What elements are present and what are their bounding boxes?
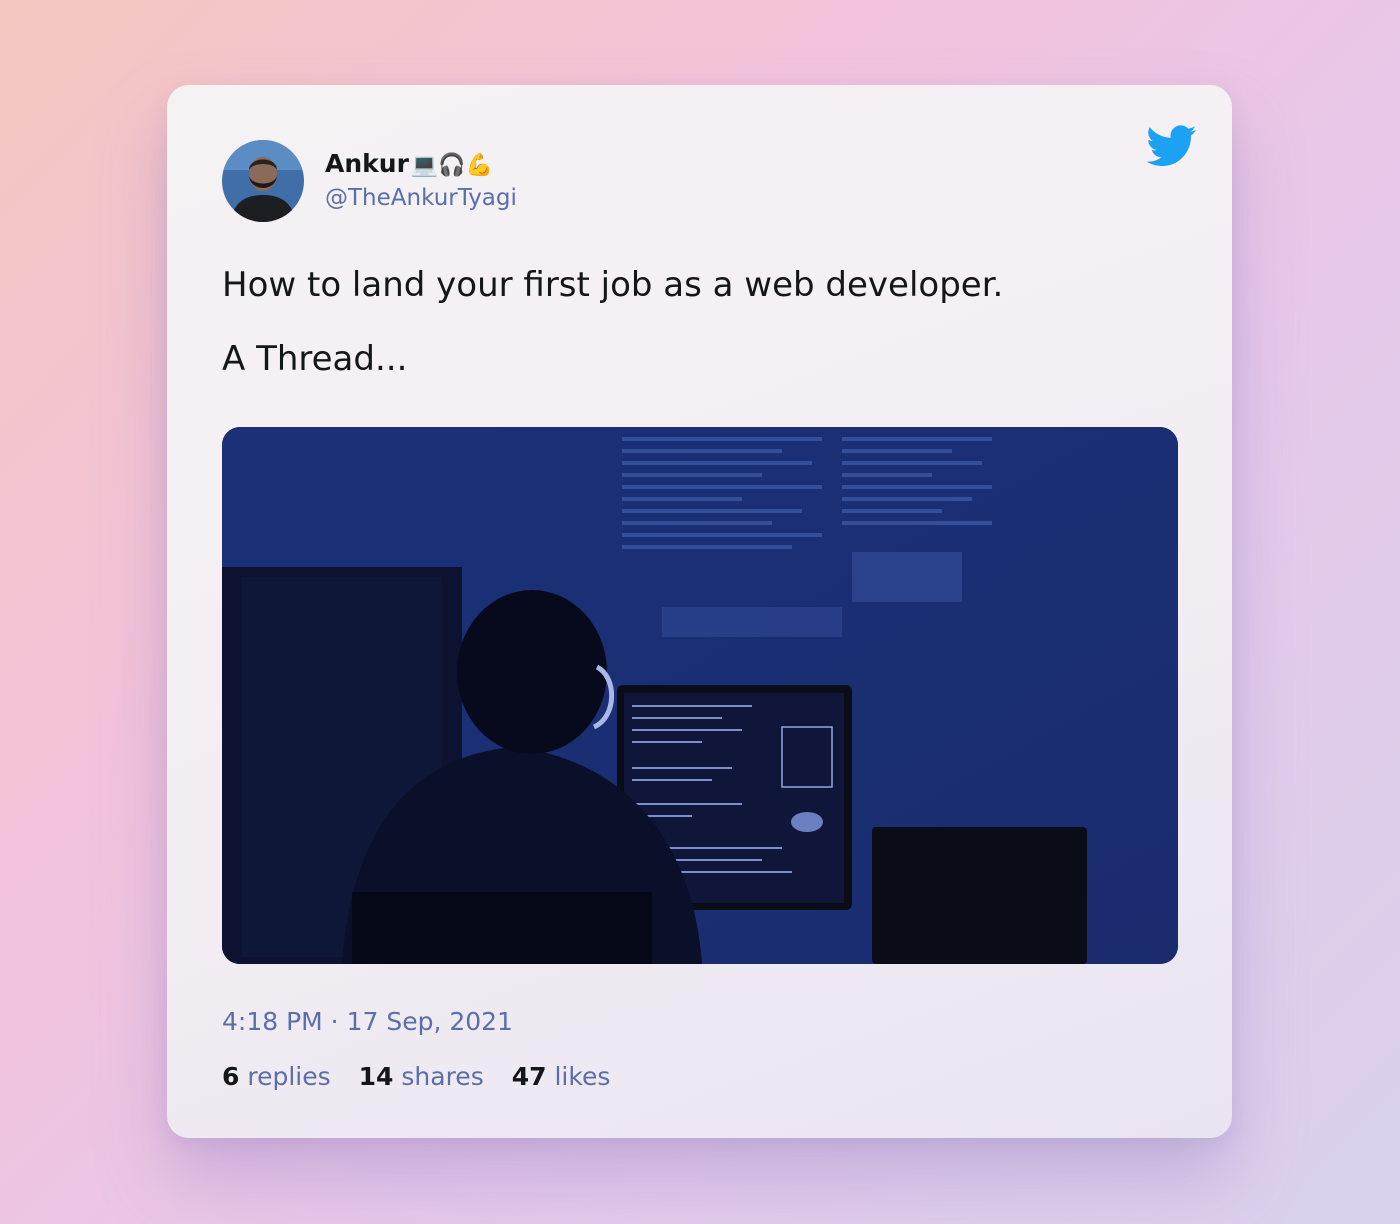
replies-label: replies [247, 1062, 331, 1091]
author-handle[interactable]: @TheAnkurTyagi [325, 185, 517, 211]
likes-label: likes [554, 1062, 611, 1091]
author-emojis: 💻🎧💪 [410, 153, 494, 178]
author-name-text: Ankur [325, 149, 409, 178]
shares-count: 14 [358, 1062, 394, 1091]
tweet-text: How to land your first job as a web deve… [222, 265, 1182, 413]
likes-count: 47 [511, 1062, 547, 1091]
tweet-card: Ankur💻🎧💪 @TheAnkurTyagi How to land your… [167, 85, 1232, 1138]
tweet-text-line: A Thread... [222, 339, 408, 379]
shares-stat[interactable]: 14 shares [359, 1062, 484, 1091]
tweet-timestamp[interactable]: 4:18 PM · 17 Sep, 2021 [222, 1007, 513, 1036]
twitter-bird-icon[interactable] [1147, 125, 1197, 167]
replies-stat[interactable]: 6 replies [222, 1062, 331, 1091]
author-name[interactable]: Ankur💻🎧💪 [325, 149, 493, 178]
shares-label: shares [401, 1062, 484, 1091]
tweet-image[interactable] [222, 427, 1178, 964]
tweet-text-line: How to land your first job as a web deve… [222, 265, 1004, 305]
replies-count: 6 [222, 1062, 240, 1091]
avatar[interactable] [222, 140, 304, 222]
tweet-stats: 6 replies 14 shares 47 likes [222, 1062, 610, 1091]
likes-stat[interactable]: 47 likes [512, 1062, 611, 1091]
developer-at-computer-image [222, 427, 1178, 964]
